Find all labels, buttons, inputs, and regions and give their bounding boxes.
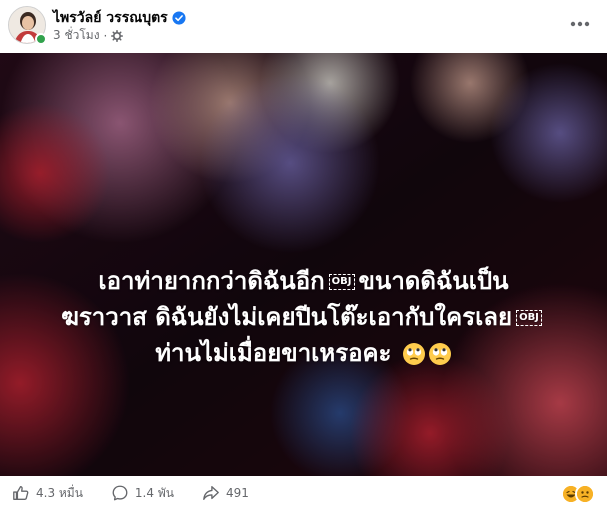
like-stat-button[interactable]: 4.3 หมื่น [12, 484, 83, 503]
comment-bubble-icon [112, 485, 128, 501]
caption-line-1: เอาท่ายากกว่าดิฉันอีก OBJ ขนาดดิฉันเป็น [0, 263, 607, 299]
caption-line-3-text: ท่านไม่เมื่อยขาเหรอคะ [155, 339, 392, 367]
face-with-rolling-eyes-icon [402, 343, 425, 365]
image-caption-text: เอาท่ายากกว่าดิฉันอีก OBJ ขนาดดิฉันเป็น ฆร… [0, 263, 607, 371]
reaction-summary[interactable] [561, 484, 595, 504]
facebook-post: ไพรวัลย์ วรรณบุตร 3 ชั่วโมง · เอาท่ายากก… [0, 0, 607, 510]
meta-separator: · [103, 28, 108, 43]
post-header: ไพรวัลย์ วรรณบุตร 3 ชั่วโมง · [0, 0, 607, 52]
face-reaction-icon [575, 484, 595, 504]
privacy-gear-icon[interactable] [111, 29, 124, 42]
author-avatar[interactable] [8, 6, 47, 45]
post-footer: 4.3 หมื่น 1.4 พัน 491 [0, 476, 607, 510]
verified-badge-icon [172, 11, 186, 25]
more-horizontal-icon [570, 21, 590, 27]
online-status-dot [35, 33, 47, 45]
more-options-button[interactable] [566, 12, 594, 36]
post-meta: 3 ชั่วโมง · [53, 26, 124, 45]
comment-count: 1.4 พัน [134, 485, 174, 500]
face-with-rolling-eyes-icon [428, 343, 451, 365]
like-count: 4.3 หมื่น [36, 485, 83, 500]
caption-line-3: ท่านไม่เมื่อยขาเหรอคะ [0, 335, 607, 371]
obj-placeholder-2: OBJ [516, 310, 542, 326]
caption-line-1-part-b: ขนาดดิฉันเป็น [358, 267, 509, 295]
caption-line-2: ฆราวาส ดิฉันยังไม่เคยปีนโต๊ะเอากับใครเลย… [0, 299, 607, 335]
caption-line-1-part-a: เอาท่ายากกว่าดิฉันอีก [98, 267, 325, 295]
share-arrow-icon [203, 486, 219, 500]
obj-placeholder-1: OBJ [328, 274, 355, 290]
share-stat-button[interactable]: 491 [202, 484, 249, 502]
share-count: 491 [225, 486, 249, 500]
comment-stat-button[interactable]: 1.4 พัน [111, 484, 174, 503]
caption-line-2-text: ฆราวาส ดิฉันยังไม่เคยปีนโต๊ะเอากับใครเลย [61, 303, 513, 331]
post-image[interactable]: เอาท่ายากกว่าดิฉันอีก OBJ ขนาดดิฉันเป็น ฆร… [0, 53, 607, 476]
post-timestamp[interactable]: 3 ชั่วโมง [53, 26, 100, 45]
thumbs-up-icon [13, 486, 29, 500]
